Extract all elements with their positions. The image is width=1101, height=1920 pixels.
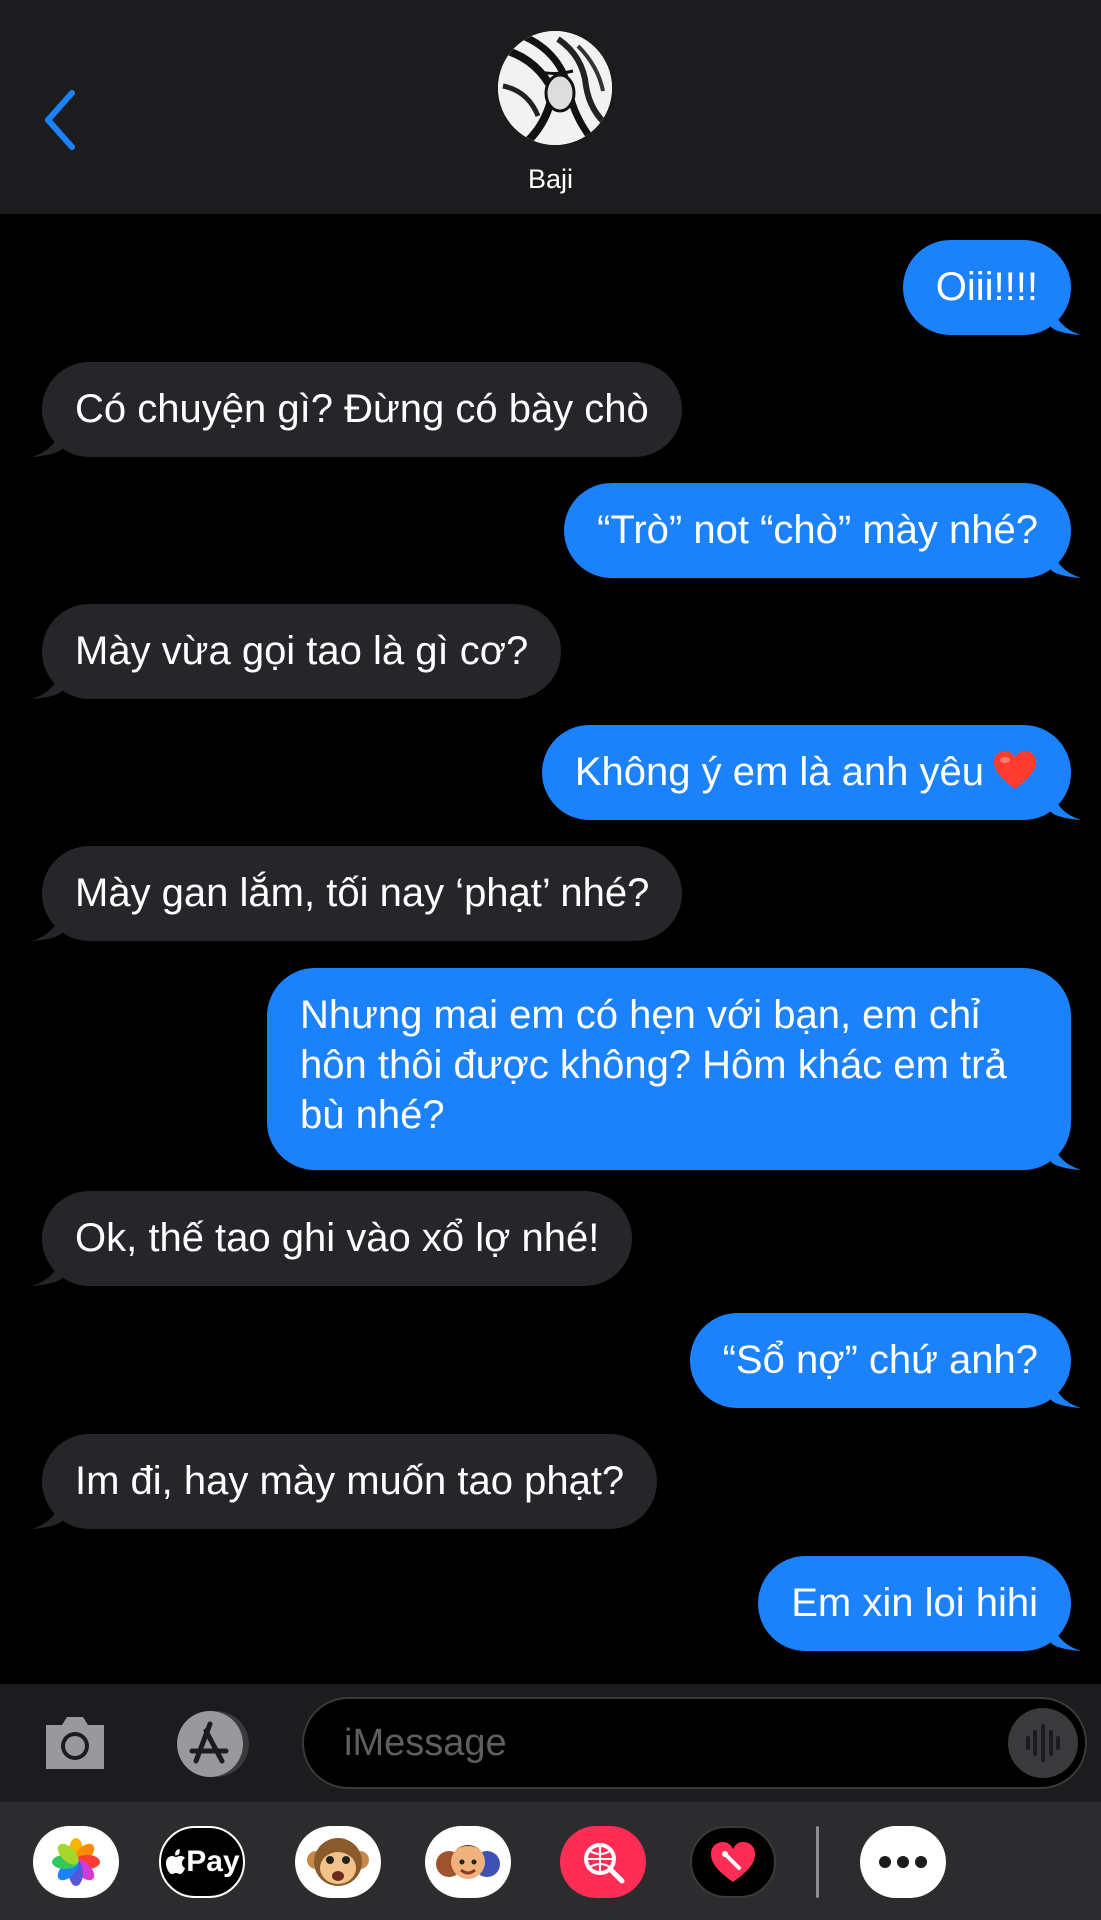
memoji-icon <box>436 1845 500 1879</box>
message-sent: Không ý em là anh yêu <box>541 725 1081 820</box>
digital-touch-icon <box>711 1842 755 1882</box>
imessage-input[interactable] <box>302 1697 1087 1789</box>
image-search-app[interactable] <box>560 1826 646 1898</box>
message-text: Im đi, hay mày muốn tao phạt? <box>75 1459 625 1503</box>
message-bubble[interactable]: Mày gan lắm, tối nay ‘phạt’ nhé? <box>42 846 683 941</box>
image-search-icon <box>584 1843 625 1884</box>
message-bubble[interactable]: “Trò” not “chò” mày nhé? <box>564 483 1071 578</box>
message-text: Ok, thế tao ghi vào xổ lợ nhé! <box>75 1216 600 1260</box>
contact-avatar[interactable] <box>498 31 612 145</box>
message-bubble[interactable]: Im đi, hay mày muốn tao phạt? <box>42 1434 658 1529</box>
camera-button[interactable] <box>40 1711 110 1775</box>
message-received: Mày gan lắm, tối nay ‘phạt’ nhé? <box>32 846 683 941</box>
message-text: “Sổ nợ” chứ anh? <box>722 1338 1038 1382</box>
waveform-icon <box>1026 1724 1060 1762</box>
heart-emoji-icon <box>994 751 1036 789</box>
message-text: Mày gan lắm, tối nay ‘phạt’ nhé? <box>75 871 650 915</box>
message-received: Có chuyện gì? Đừng có bày chò <box>32 362 682 457</box>
message-bubble[interactable]: Không ý em là anh yêu <box>541 725 1071 820</box>
message-bubble[interactable]: “Sổ nợ” chứ anh? <box>689 1313 1071 1408</box>
photos-app[interactable] <box>33 1826 119 1898</box>
animoji-icon <box>307 1838 369 1886</box>
message-sent: Nhưng mai em có hẹn với bạn, em chỉ hôn … <box>267 968 1081 1170</box>
message-bubble[interactable]: Ok, thế tao ghi vào xổ lợ nhé! <box>42 1191 633 1286</box>
message-received: Mày vừa gọi tao là gì cơ? <box>32 604 562 699</box>
apple-pay-app[interactable]: Pay <box>159 1826 245 1898</box>
message-text: Em xin loi hihi <box>791 1581 1038 1625</box>
message-text: “Trò” not “chò” mày nhé? <box>597 508 1038 552</box>
message-sent: “Trò” not “chò” mày nhé? <box>564 483 1081 578</box>
message-bubble[interactable]: Oiii!!!! <box>902 240 1071 335</box>
message-bubble[interactable]: Nhưng mai em có hẹn với bạn, em chỉ hôn … <box>267 968 1071 1170</box>
message-text: Có chuyện gì? Đừng có bày chò <box>75 387 649 431</box>
message-received: Im đi, hay mày muốn tao phạt? <box>32 1434 658 1529</box>
camera-icon <box>46 1717 104 1769</box>
chevron-left-icon <box>45 90 75 150</box>
contact-name[interactable]: Baji <box>0 164 1101 195</box>
app-drawer: Pay <box>0 1802 1101 1920</box>
message-bubble[interactable]: Mày vừa gọi tao là gì cơ? <box>42 604 562 699</box>
message-thread: Oiii!!!! Có chuyện gì? Đừng có bày chò “… <box>0 214 1101 1684</box>
memoji-app[interactable] <box>425 1826 511 1898</box>
message-text: Mày vừa gọi tao là gì cơ? <box>75 629 529 673</box>
message-received: Ok, thế tao ghi vào xổ lợ nhé! <box>32 1191 633 1286</box>
animoji-app[interactable] <box>295 1826 381 1898</box>
message-sent: Oiii!!!! <box>902 240 1081 335</box>
digital-touch-app[interactable] <box>690 1826 776 1898</box>
audio-message-button[interactable] <box>1008 1708 1078 1778</box>
message-text: Không ý em là anh yêu <box>574 750 984 794</box>
more-apps-button[interactable] <box>860 1826 946 1898</box>
back-button[interactable] <box>38 85 88 155</box>
message-bubble[interactable]: Em xin loi hihi <box>758 1556 1071 1651</box>
more-icon <box>879 1856 927 1868</box>
app-store-button[interactable] <box>170 1709 256 1779</box>
message-composer <box>0 1684 1101 1802</box>
message-sent: “Sổ nợ” chứ anh? <box>689 1313 1081 1408</box>
message-text: Nhưng mai em có hẹn với bạn, em chỉ hôn … <box>300 993 1007 1137</box>
message-bubble[interactable]: Có chuyện gì? Đừng có bày chò <box>42 362 682 457</box>
photos-icon <box>52 1838 100 1886</box>
app-store-icon <box>177 1711 249 1777</box>
conversation-header: Baji <box>0 0 1101 214</box>
apple-pay-icon <box>166 1849 186 1874</box>
drawer-separator <box>816 1826 819 1898</box>
apple-pay-label: Pay <box>186 1845 240 1878</box>
message-text: Oiii!!!! <box>935 265 1038 309</box>
message-sent: Em xin loi hihi <box>758 1556 1081 1651</box>
